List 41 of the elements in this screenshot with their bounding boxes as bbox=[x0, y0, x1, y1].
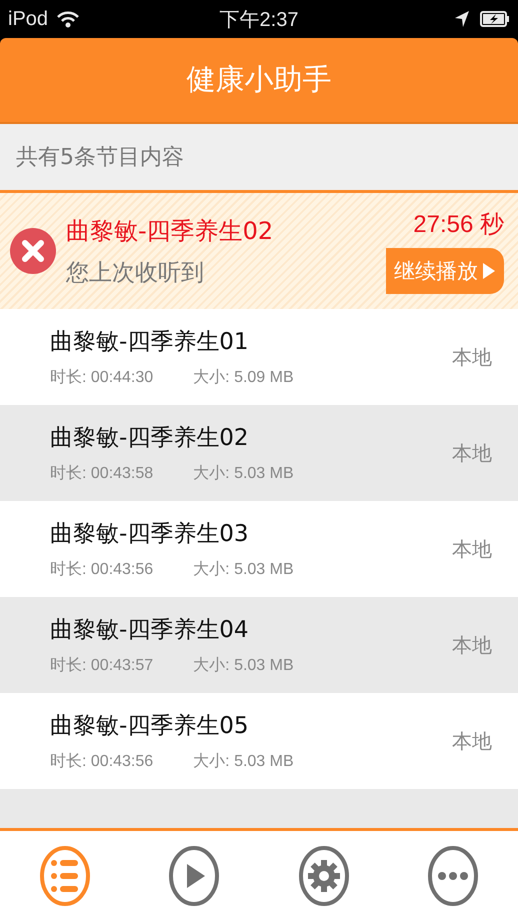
episode-size: 大小: 5.03 MB bbox=[193, 560, 294, 580]
episode-count: 共有5条节目内容 bbox=[16, 144, 184, 172]
close-icon[interactable] bbox=[10, 228, 56, 274]
resume-position: 27:56 秒 bbox=[413, 210, 504, 240]
episode-duration: 时长: 00:44:30 bbox=[50, 368, 154, 388]
resume-subtitle: 您上次收听到 bbox=[66, 258, 205, 288]
battery-icon bbox=[480, 10, 510, 28]
play-icon bbox=[168, 846, 220, 906]
episode-row[interactable]: 曲黎敏-四季养生02 时长: 00:43:58 大小: 5.03 MB 本地 bbox=[0, 405, 518, 501]
episode-title: 曲黎敏-四季养生01 bbox=[50, 328, 250, 357]
settings-icon bbox=[298, 846, 350, 906]
episode-size: 大小: 5.03 MB bbox=[193, 464, 294, 484]
location-icon bbox=[454, 10, 470, 28]
device-name: iPod bbox=[8, 8, 48, 30]
episode-duration: 时长: 00:43:56 bbox=[50, 560, 154, 580]
episode-duration: 时长: 00:43:56 bbox=[50, 752, 154, 772]
episode-duration: 时长: 00:43:58 bbox=[50, 464, 154, 484]
episode-row[interactable]: 曲黎敏-四季养生03 时长: 00:43:56 大小: 5.03 MB 本地 bbox=[0, 501, 518, 597]
more-icon bbox=[427, 846, 480, 906]
episode-size: 大小: 5.03 MB bbox=[193, 752, 294, 772]
episode-row[interactable]: 曲黎敏-四季养生05 时长: 00:43:56 大小: 5.03 MB 本地 bbox=[0, 693, 518, 789]
episode-source: 本地 bbox=[452, 728, 492, 754]
episode-title: 曲黎敏-四季养生05 bbox=[50, 712, 250, 741]
episode-source: 本地 bbox=[452, 632, 492, 658]
wifi-icon bbox=[56, 10, 80, 28]
episode-duration: 时长: 00:43:57 bbox=[50, 656, 154, 676]
episode-source: 本地 bbox=[452, 344, 492, 370]
app-title: 健康小助手 bbox=[186, 61, 332, 98]
episode-size: 大小: 5.03 MB bbox=[193, 656, 294, 676]
episode-title: 曲黎敏-四季养生02 bbox=[50, 424, 250, 453]
episode-row[interactable]: 曲黎敏-四季养生04 时长: 00:43:57 大小: 5.03 MB 本地 bbox=[0, 597, 518, 693]
episode-size: 大小: 5.09 MB bbox=[193, 368, 294, 388]
episode-title: 曲黎敏-四季养生03 bbox=[50, 520, 250, 549]
resume-title: 曲黎敏-四季养生02 bbox=[66, 216, 274, 246]
episode-source: 本地 bbox=[452, 440, 492, 466]
episode-source: 本地 bbox=[452, 536, 492, 562]
episode-title: 曲黎敏-四季养生04 bbox=[50, 616, 250, 645]
clock: 下午2:37 bbox=[220, 8, 298, 32]
episode-row[interactable]: 曲黎敏-四季养生01 时长: 00:44:30 大小: 5.09 MB 本地 bbox=[0, 309, 518, 405]
play-icon bbox=[482, 262, 496, 280]
list-icon bbox=[38, 846, 91, 906]
